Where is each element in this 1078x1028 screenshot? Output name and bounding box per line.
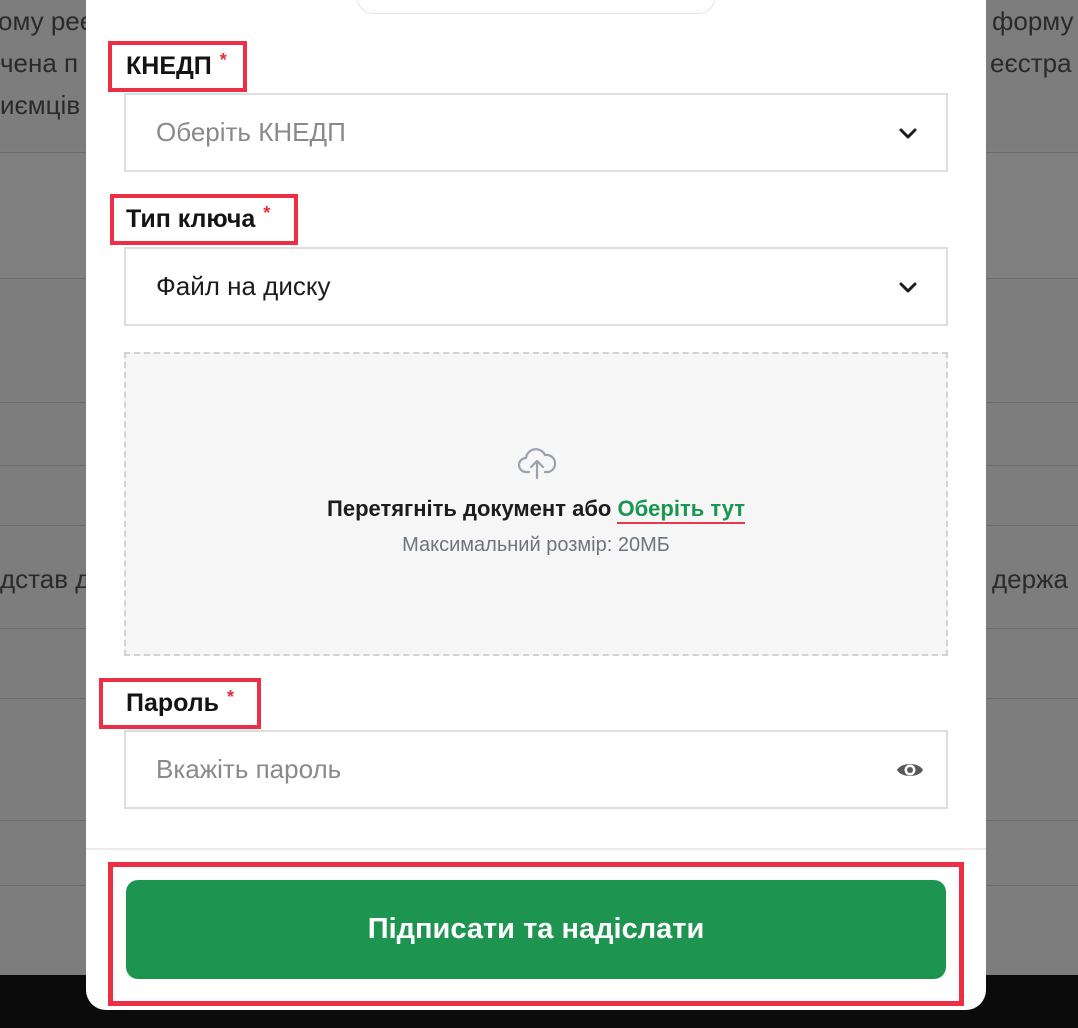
- background-text: иємців: [0, 90, 81, 120]
- cloud-upload-icon: [518, 448, 556, 480]
- password-input-placeholder: Вкажіть пароль: [156, 754, 342, 784]
- modal-top-tab: [356, 0, 716, 14]
- dropzone-size-hint: Максимальний розмір: 20МБ: [402, 534, 670, 556]
- password-label: Пароль *: [126, 685, 234, 721]
- background-text: форму: [992, 6, 1074, 36]
- signature-modal: КНЕДП * Оберіть КНЕДП Тип ключа * Файл н…: [86, 0, 986, 1010]
- required-marker: *: [263, 202, 271, 223]
- chevron-down-icon: [899, 282, 917, 292]
- required-marker: *: [219, 49, 227, 70]
- password-input[interactable]: Вкажіть пароль: [124, 730, 948, 809]
- file-dropzone[interactable]: Перетягніть документ або Оберіть тут Мак…: [124, 352, 948, 656]
- footer-divider: [86, 848, 986, 850]
- kep-label: КНЕДП *: [126, 48, 227, 84]
- dropzone-prompt: Перетягніть документ або Оберіть тут: [126, 496, 946, 524]
- chevron-down-icon: [899, 128, 917, 138]
- dropzone-prompt-text: Перетягніть документ або: [327, 496, 612, 521]
- kep-select-placeholder: Оберіть КНЕДП: [156, 117, 346, 147]
- key-type-select-value: Файл на диску: [156, 271, 331, 301]
- choose-file-link[interactable]: Оберіть тут: [617, 496, 745, 524]
- key-type-label: Тип ключа *: [126, 201, 270, 237]
- background-text: еєстра: [990, 48, 1072, 78]
- kep-select[interactable]: Оберіть КНЕДП: [124, 93, 948, 172]
- password-label-text: Пароль: [126, 688, 220, 717]
- background-text: чена п: [0, 48, 79, 78]
- background-text: дстав д: [0, 564, 91, 594]
- eye-icon[interactable]: [896, 760, 924, 780]
- sign-and-send-button[interactable]: Підписати та надіслати: [126, 880, 946, 979]
- required-marker: *: [227, 686, 235, 707]
- background-text: держа: [992, 564, 1068, 594]
- background-text: ому рее: [0, 6, 95, 36]
- key-type-label-text: Тип ключа: [126, 204, 256, 233]
- kep-label-text: КНЕДП: [126, 51, 212, 80]
- key-type-select[interactable]: Файл на диску: [124, 247, 948, 326]
